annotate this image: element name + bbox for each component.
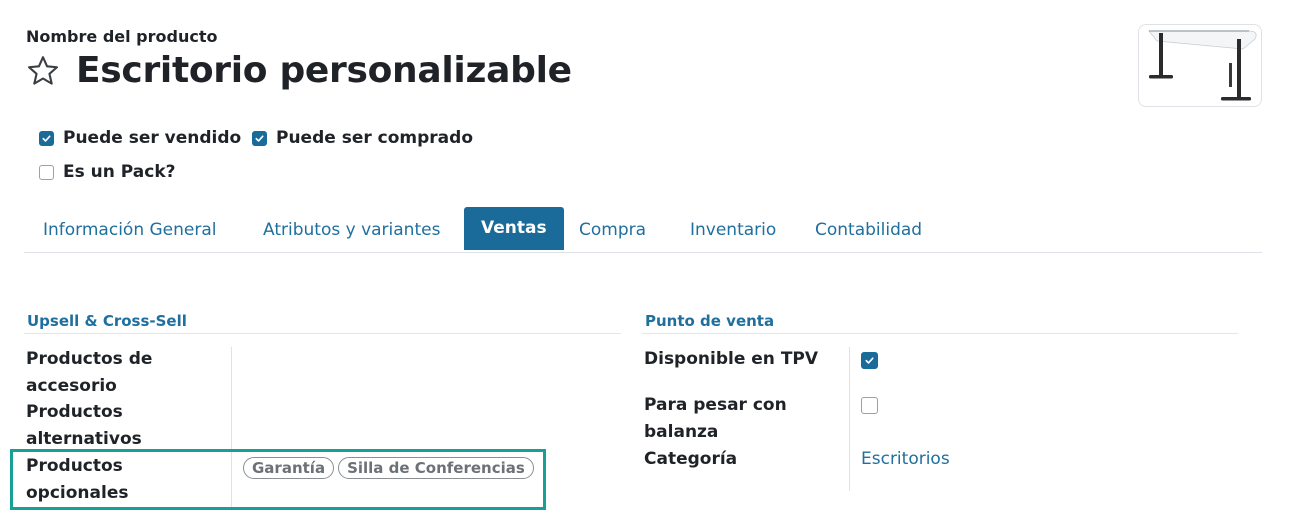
accessory-label-line-1: Productos de [26, 349, 153, 369]
weigh-with-scale-checkbox[interactable] [861, 397, 878, 414]
notebook-tabs: Información General Atributos y variante… [24, 207, 1262, 253]
accessory-label-line-2: accesorio [26, 375, 117, 396]
weigh-with-scale-label: Para pesar con balanza [644, 392, 787, 445]
accessory-products-label: Productos de accesorio [26, 346, 152, 399]
desk-image [1148, 30, 1257, 101]
star-icon[interactable] [24, 52, 62, 90]
title-row: Escritorio personalizable [24, 50, 572, 91]
can-be-sold-label: Puede ser vendido [63, 128, 242, 148]
alternative-products-label: Productos alternativos [26, 399, 142, 452]
pos-section-divider [642, 333, 1238, 334]
product-title[interactable]: Escritorio personalizable [76, 50, 572, 91]
pos-section-title: Punto de venta [645, 312, 775, 330]
pos-category-link[interactable]: Escritorios [861, 449, 950, 469]
product-name-label: Nombre del producto [26, 27, 218, 46]
tab-attributes-variants[interactable]: Atributos y variantes [263, 207, 440, 250]
optional-products-highlight [10, 449, 546, 510]
upsell-section-divider [24, 333, 621, 334]
tab-inventory[interactable]: Inventario [690, 207, 776, 250]
is-pack-row: Es un Pack? [39, 162, 176, 182]
can-be-purchased-checkbox[interactable] [252, 130, 267, 146]
can-be-purchased-label: Puede ser comprado [276, 128, 474, 148]
tab-purchase[interactable]: Compra [579, 207, 646, 250]
is-pack-label: Es un Pack? [63, 162, 176, 182]
is-pack-checkbox[interactable] [39, 164, 54, 180]
tab-sales[interactable]: Ventas [464, 207, 564, 250]
category-label: Categoría [644, 449, 738, 469]
scale-label-line-1: Para pesar con [644, 395, 787, 415]
available-in-pos-label: Disponible en TPV [644, 349, 819, 369]
tab-general-info[interactable]: Información General [43, 207, 217, 250]
alternative-label-line-1: Productos [26, 402, 123, 422]
tab-accounting[interactable]: Contabilidad [815, 207, 922, 250]
can-be-sold-checkbox[interactable] [39, 130, 54, 146]
product-image[interactable] [1138, 24, 1262, 107]
upsell-section-title: Upsell & Cross-Sell [27, 312, 187, 330]
pos-column-divider [849, 347, 850, 491]
available-in-pos-checkbox[interactable] [861, 352, 878, 369]
scale-label-line-2: balanza [644, 421, 719, 442]
can-be-purchased-row: Puede ser comprado [252, 128, 473, 148]
can-be-sold-row: Puede ser vendido [39, 128, 241, 148]
